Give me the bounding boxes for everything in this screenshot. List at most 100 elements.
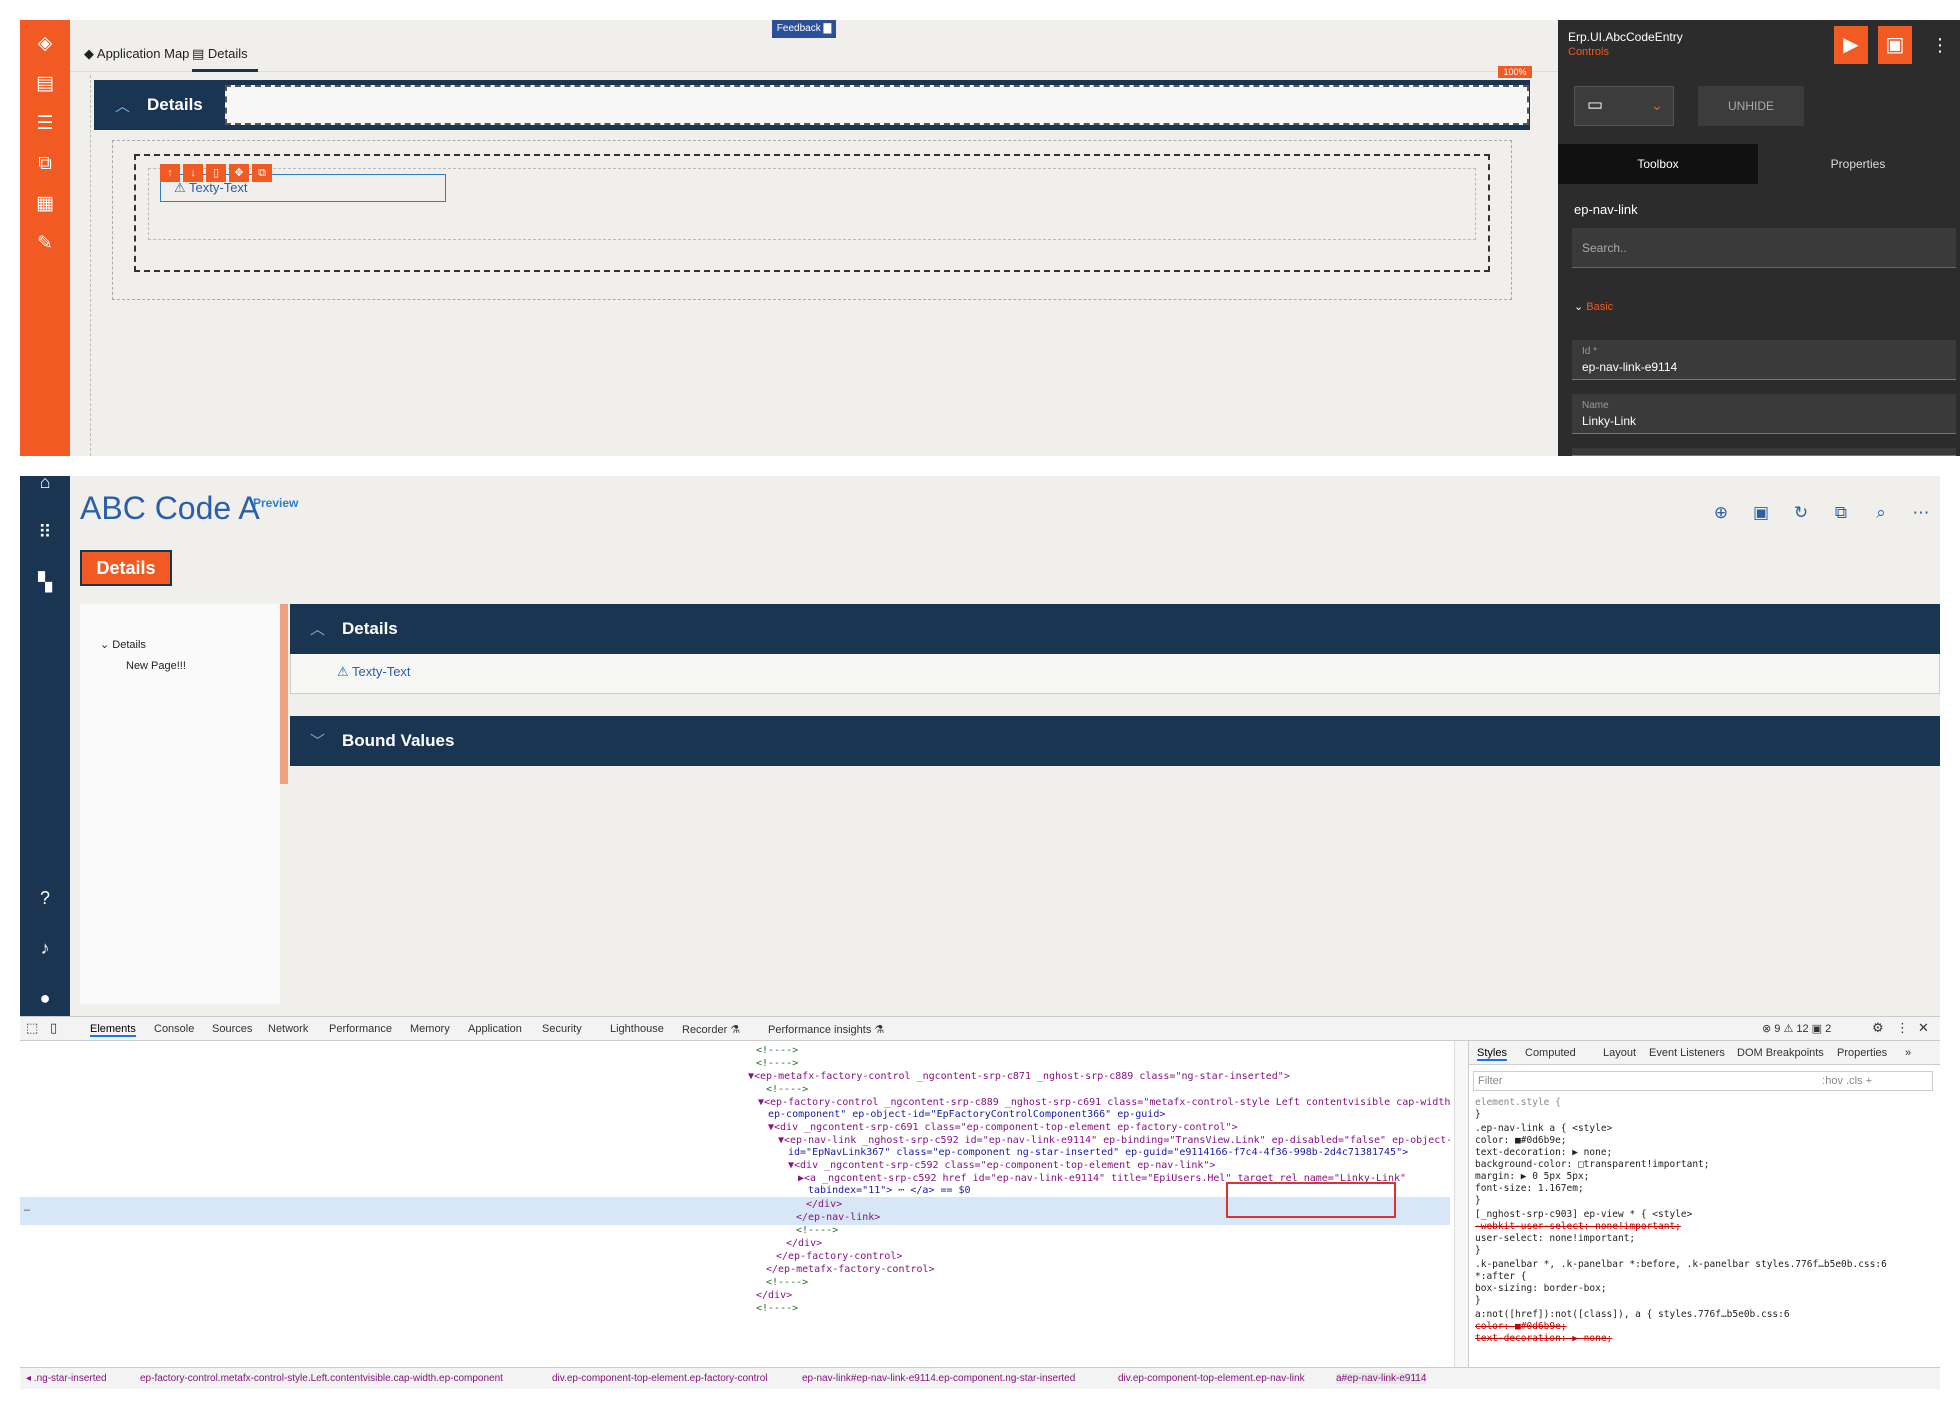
ellipsis-icon[interactable]: …	[24, 1203, 30, 1214]
splitter-handle[interactable]	[280, 604, 288, 784]
code-line[interactable]: <!---->	[766, 1084, 808, 1095]
search-icon[interactable]: ⌕	[1870, 502, 1892, 524]
code-line[interactable]: </div>	[806, 1199, 842, 1210]
save-icon[interactable]: ▣	[1750, 502, 1772, 524]
tab-performance[interactable]: Performance	[329, 1023, 392, 1035]
style-line[interactable]: text-decoration: ▶ none;	[1475, 1333, 1612, 1344]
save-button[interactable]: ▣	[1878, 26, 1912, 64]
breadcrumb-item[interactable]: ep-factory-control.metafx-control-style.…	[140, 1373, 503, 1384]
run-button[interactable]: ▶	[1834, 26, 1868, 64]
panel-bound-values-header[interactable]: ﹀ Bound Values	[290, 716, 1940, 766]
help-icon[interactable]: ?	[33, 886, 57, 910]
more-icon[interactable]: ⋯	[1910, 502, 1932, 524]
code-line[interactable]: </ep-metafx-factory-control>	[766, 1264, 935, 1275]
tab-performance-insights[interactable]: Performance insights ⚗	[768, 1023, 884, 1036]
home-icon[interactable]: ⌂	[33, 470, 57, 494]
tab-recorder[interactable]: Recorder ⚗	[682, 1023, 740, 1036]
open-external-icon[interactable]: ⧉	[252, 164, 272, 182]
code-line[interactable]: ▼<ep-metafx-factory-control _ngcontent-s…	[748, 1071, 1290, 1082]
layers-icon[interactable]: ◈	[33, 32, 57, 56]
code-line[interactable]: <!---->	[756, 1303, 798, 1314]
tab-properties[interactable]: Properties	[1758, 144, 1958, 184]
unhide-button[interactable]: UNHIDE	[1698, 86, 1804, 126]
tab-application[interactable]: Application	[468, 1023, 522, 1035]
tab-dom-breakpoints[interactable]: DOM Breakpoints	[1737, 1047, 1824, 1059]
breadcrumb-item[interactable]: div.ep-component-top-element.ep-nav-link	[1118, 1373, 1305, 1384]
copy-icon[interactable]: ⧉	[1830, 502, 1852, 524]
code-line[interactable]: </ep-factory-control>	[776, 1251, 902, 1262]
add-circle-icon[interactable]: ⊕	[1710, 502, 1732, 524]
tab-styles[interactable]: Styles	[1477, 1047, 1507, 1061]
refresh-icon[interactable]: ↻	[1790, 502, 1812, 524]
breadcrumb-item[interactable]: div.ep-component-top-element.ep-factory-…	[552, 1373, 767, 1384]
style-line[interactable]: text-decoration: ▶ none;	[1475, 1147, 1612, 1158]
code-line[interactable]: <!---->	[756, 1045, 798, 1056]
code-line[interactable]: ▼<ep-factory-control _ngcontent-srp-c889…	[758, 1097, 1450, 1108]
bell-icon[interactable]: ♪	[33, 936, 57, 960]
tab-toolbox[interactable]: Toolbox	[1558, 144, 1758, 184]
issue-counts[interactable]: ⊗ 9 ⚠ 12 ▣ 2	[1762, 1022, 1831, 1035]
style-line[interactable]: .ep-nav-link a { <style>	[1475, 1123, 1612, 1134]
style-line[interactable]: background-color: □transparent!important…	[1475, 1159, 1710, 1170]
tab-network[interactable]: Network	[268, 1023, 308, 1035]
tab-computed[interactable]: Computed	[1525, 1047, 1576, 1059]
code-line[interactable]: ▼<ep-nav-link _nghost-srp-c592 id="ep-na…	[778, 1135, 1450, 1146]
style-line[interactable]: box-sizing: border-box;	[1475, 1283, 1607, 1294]
code-line[interactable]: id="EpNavLink367" class="ep-component ng…	[788, 1147, 1408, 1158]
style-line[interactable]: font-size: 1.167em;	[1475, 1183, 1584, 1194]
name-field[interactable]: Name Linky-Link	[1572, 394, 1956, 434]
tab-application-map[interactable]: ◆ Application Map	[84, 46, 189, 72]
style-line[interactable]: -webkit-user-select: none!important;	[1475, 1221, 1681, 1232]
tab-more[interactable]: »	[1905, 1047, 1911, 1059]
more-vert-icon[interactable]: ⋮	[1896, 1020, 1909, 1036]
tab-security[interactable]: Security	[542, 1023, 582, 1035]
code-line[interactable]: ep-component" ep-object-id="EpFactoryCon…	[768, 1109, 1165, 1120]
tab-memory[interactable]: Memory	[410, 1023, 450, 1035]
style-line[interactable]: color: ■#0d6b9e;	[1475, 1321, 1567, 1332]
tab-details[interactable]: ▤ Details	[192, 46, 258, 72]
style-line[interactable]: *:after {	[1475, 1271, 1526, 1282]
code-line[interactable]: </ep-nav-link>	[796, 1212, 880, 1223]
designer-panel-header[interactable]: ︿ Details	[94, 80, 1530, 130]
style-line[interactable]: .k-panelbar *, .k-panelbar *:before, .k-…	[1475, 1259, 1887, 1270]
panel-details-header[interactable]: ︿ Details	[290, 604, 1940, 654]
device-toggle-icon[interactable]: ▯	[50, 1020, 57, 1036]
code-line[interactable]: <!---->	[796, 1225, 838, 1236]
details-button[interactable]: Details	[80, 550, 172, 586]
chevron-up-icon[interactable]: ︿	[115, 95, 130, 116]
device-select[interactable]: ▭ ⌄	[1574, 86, 1674, 126]
nav-link[interactable]: ⚠ Texty-Text	[337, 664, 411, 680]
elements-scrollbar[interactable]	[1454, 1041, 1468, 1367]
styles-filter-input[interactable]: Filter:hov .cls +	[1473, 1071, 1933, 1091]
tab-console[interactable]: Console	[154, 1023, 194, 1035]
layout-icon[interactable]: ▤	[33, 72, 57, 96]
feedback-button[interactable]: Feedback ▇	[772, 20, 836, 38]
style-line[interactable]: user-select: none!important;	[1475, 1233, 1635, 1244]
code-line[interactable]: ▼<div _ngcontent-srp-c691 class="ep-comp…	[768, 1122, 1238, 1133]
close-icon[interactable]: ✕	[1918, 1020, 1929, 1036]
tree-item-details[interactable]: ⌄ Details	[100, 638, 146, 651]
next-field[interactable]	[1572, 448, 1956, 456]
style-line[interactable]: a:not([href]):not([class]), a { styles.7…	[1475, 1309, 1790, 1320]
breadcrumb-item[interactable]: ◂ .ng-star-inserted	[26, 1373, 107, 1384]
code-line[interactable]: tabindex="11"> ⋯ </a> == $0	[808, 1185, 971, 1196]
tree-item-new-page[interactable]: New Page!!!	[126, 660, 186, 672]
code-line[interactable]: <!---->	[766, 1277, 808, 1288]
tab-layout[interactable]: Layout	[1603, 1047, 1636, 1059]
gear-icon[interactable]: ⚙	[1872, 1020, 1884, 1036]
dashboard-icon[interactable]: ▚	[33, 570, 57, 594]
section-basic[interactable]: ⌄ Basic	[1574, 300, 1613, 313]
tab-properties[interactable]: Properties	[1837, 1047, 1887, 1059]
tab-lighthouse[interactable]: Lighthouse	[610, 1023, 664, 1035]
tab-elements[interactable]: Elements	[90, 1023, 136, 1037]
more-vert-icon[interactable]: ⋮	[1930, 34, 1950, 56]
code-line[interactable]: ▼<div _ngcontent-srp-c592 class="ep-comp…	[788, 1160, 1215, 1171]
stack-icon[interactable]: ⧉	[33, 152, 57, 176]
panel-title-dropzone[interactable]	[225, 85, 1529, 125]
code-line[interactable]: </div>	[786, 1238, 822, 1249]
apps-icon[interactable]: ⠿	[33, 520, 57, 544]
style-line[interactable]: margin: ▶ 0 5px 5px;	[1475, 1171, 1589, 1182]
account-icon[interactable]: ●	[33, 986, 57, 1010]
style-line[interactable]: [_nghost-srp-c903] ep-view * { <style>	[1475, 1209, 1692, 1220]
inspect-icon[interactable]: ⬚	[26, 1020, 38, 1036]
